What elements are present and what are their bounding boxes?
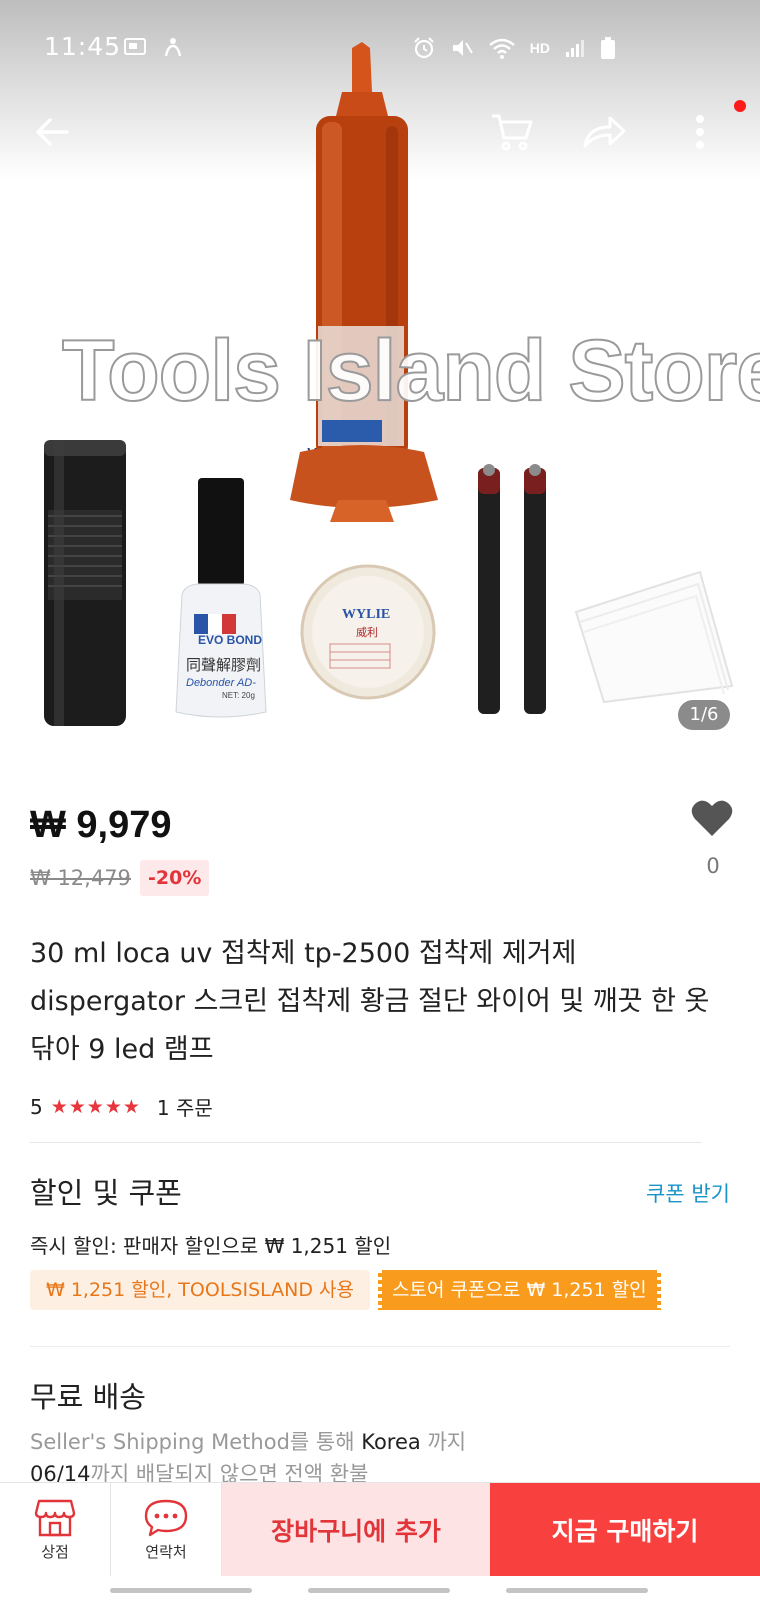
divider <box>30 1346 730 1347</box>
product-title: 30 ml loca uv 접착제 tp-2500 접착제 제거제 disper… <box>30 938 710 1065</box>
contact-button[interactable]: 연락처 <box>111 1483 222 1577</box>
system-gesture-bar <box>0 1576 760 1604</box>
chat-icon <box>144 1499 188 1536</box>
bottle-cn-text: 同聲解膠劑 <box>186 656 261 674</box>
store-label: 상점 <box>41 1542 69 1561</box>
product-gallery[interactable]: UV LOCA EVO BOND 同聲解膠劑 Debonder AD- NET:… <box>0 0 760 760</box>
mute-icon <box>452 40 473 56</box>
status-right-icons: HD <box>412 36 616 60</box>
notification-dot <box>734 100 746 112</box>
shipping-title: 무료 배송 <box>30 1380 146 1414</box>
instant-discount-text: 즉시 할인: 판매자 할인으로 ₩ 1,251 할인 <box>30 1234 392 1258</box>
gesture-pill-recents[interactable] <box>110 1588 252 1593</box>
shipping-method-line: Seller's Shipping Method를 통해 Korea 까지 <box>30 1426 466 1456</box>
cart-button[interactable] <box>488 108 536 156</box>
back-button[interactable] <box>28 108 76 156</box>
shipping-destination: Korea <box>361 1430 421 1454</box>
buy-now-button[interactable]: 지금 구매하기 <box>490 1483 760 1577</box>
current-price: ₩ 9,979 <box>30 804 172 846</box>
get-coupon-link[interactable]: 쿠폰 받기 <box>646 1178 730 1208</box>
shipping-until: 까지 <box>420 1430 467 1454</box>
discount-badge: -20% <box>140 860 210 896</box>
status-bar: 11:45 HD <box>0 0 760 96</box>
add-to-cart-button[interactable]: 장바구니에 추가 <box>222 1483 490 1577</box>
alarm-icon <box>414 37 434 59</box>
signal-icon <box>566 40 584 57</box>
store-icon <box>34 1499 76 1536</box>
wire-brand-text: WYLIE <box>342 607 390 622</box>
contact-label: 연락처 <box>145 1542 187 1561</box>
rating-value: 5 <box>30 1094 43 1119</box>
share-icon <box>583 116 626 148</box>
image-counter: 1/6 <box>678 700 730 730</box>
store-watermark: Tools Island Store <box>61 322 760 420</box>
gesture-pill-home[interactable] <box>308 1588 450 1593</box>
battery-icon <box>601 37 615 59</box>
status-left-icons <box>124 36 184 58</box>
heart-icon <box>691 800 733 836</box>
coupon-section-title: 할인 및 쿠폰 <box>30 1176 182 1210</box>
original-price: ₩ 12,479 <box>30 866 131 890</box>
seller-coupon-chip[interactable]: ₩ 1,251 할인, TOOLSISLAND 사용 <box>30 1270 370 1310</box>
bottle-net-text: NET: 20g <box>222 691 255 700</box>
bottom-action-bar: 상점 연락처 장바구니에 추가 지금 구매하기 <box>0 1482 760 1577</box>
store-button[interactable]: 상점 <box>0 1483 111 1577</box>
more-button[interactable] <box>676 108 724 156</box>
more-icon <box>696 115 704 149</box>
back-arrow-icon <box>36 118 69 146</box>
bottle-en-text: Debonder AD- <box>186 677 256 689</box>
cart-icon <box>492 114 533 151</box>
order-count: 1 주문 <box>156 1096 213 1120</box>
rating-stars-icon: ★★★★★ <box>50 1095 141 1118</box>
shipping-via: 를 통해 <box>289 1430 362 1454</box>
gesture-pill-back[interactable] <box>506 1588 648 1593</box>
rating-row[interactable]: 5 ★★★★★ 1 주문 <box>30 1092 213 1121</box>
shipping-method: Seller's Shipping Method <box>30 1430 290 1454</box>
status-time: 11:45 <box>44 32 122 61</box>
wishlist-count: 0 <box>706 854 720 878</box>
message-icon <box>124 38 146 55</box>
wifi-icon <box>488 38 515 59</box>
divider <box>30 1142 702 1143</box>
share-button[interactable] <box>580 108 628 156</box>
bottle-brand-text: EVO BOND <box>198 633 262 647</box>
store-coupon-chip[interactable]: 스토어 쿠폰으로 ₩ 1,251 할인 <box>378 1270 661 1310</box>
wire-cn-text: 威利 <box>356 626 378 639</box>
wishlist-button[interactable] <box>690 798 736 844</box>
accessibility-icon <box>164 38 182 57</box>
app-bar <box>0 100 760 164</box>
hd-voice-icon: HD <box>529 40 550 56</box>
